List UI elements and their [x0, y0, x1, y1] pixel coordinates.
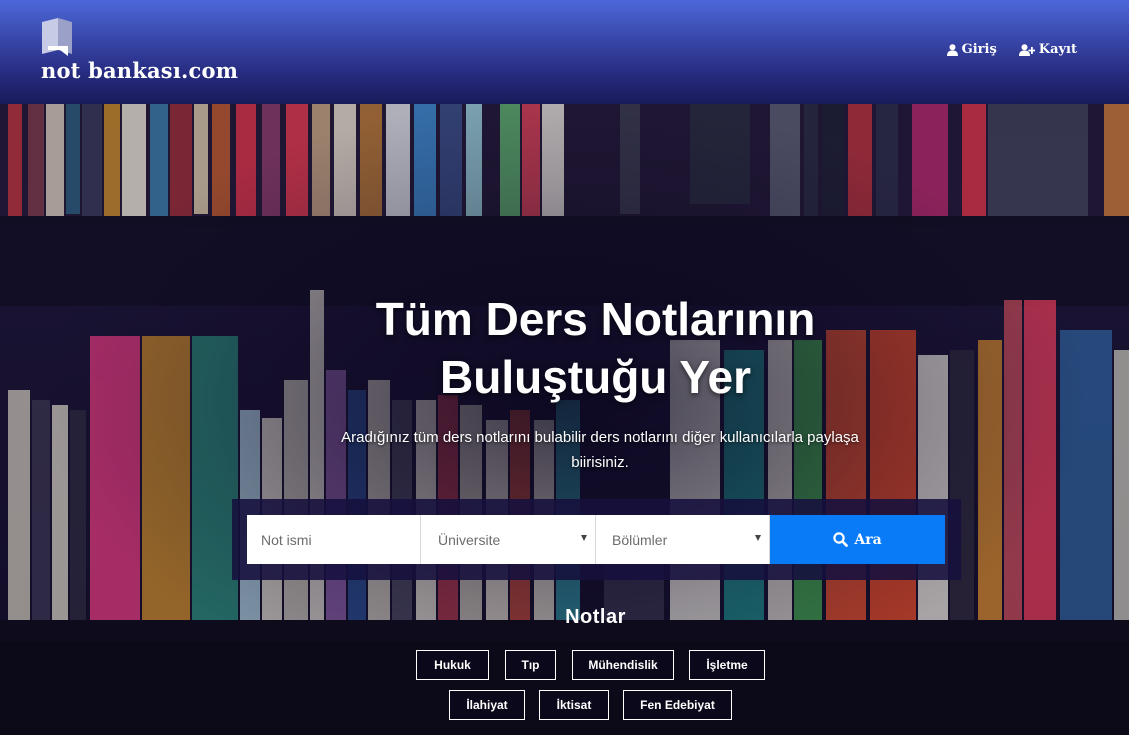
- search-button[interactable]: Ara: [770, 515, 945, 564]
- department-select[interactable]: Bölümler: [596, 515, 770, 564]
- category-tag-tip[interactable]: Tıp: [505, 650, 556, 680]
- hero-title-line2: Buluştuğu Yer: [440, 351, 751, 403]
- nav-links: Giriş Kayıt: [946, 42, 1077, 57]
- category-tag-isletme[interactable]: İşletme: [689, 650, 765, 680]
- category-tag-ilahiyat[interactable]: İlahiyat: [449, 690, 525, 720]
- category-tag-fen-edebiyat[interactable]: Fen Edebiyat: [623, 690, 732, 720]
- search-button-label: Ara: [854, 531, 882, 548]
- caret-down-icon: [581, 535, 587, 541]
- user-plus-icon: [1018, 43, 1035, 56]
- hero-title-line1: Tüm Ders Notlarının: [375, 293, 816, 345]
- hero-subtitle: Aradığınız tüm ders notlarını bulabilir …: [300, 425, 900, 475]
- register-label: Kayıt: [1038, 42, 1077, 57]
- category-tag-muhendislik[interactable]: Mühendislik: [572, 650, 674, 680]
- university-select-value: Üniversite: [438, 531, 501, 548]
- navbar: not bankası.com Giriş Kayıt: [0, 0, 1129, 104]
- category-tag-iktisat[interactable]: İktisat: [539, 690, 609, 720]
- login-link[interactable]: Giriş: [946, 42, 997, 57]
- hero-subtitle-line1: Aradığınız tüm ders notlarını bulabilir …: [341, 429, 859, 446]
- book-logo-icon[interactable]: [40, 16, 74, 56]
- login-label: Giriş: [961, 42, 997, 57]
- search-panel: Not ismi Üniversite Bölümler Ara: [232, 499, 961, 580]
- department-select-value: Bölümler: [612, 531, 668, 548]
- user-icon: [946, 43, 958, 56]
- note-name-placeholder: Not ismi: [261, 531, 312, 548]
- brand-name[interactable]: not bankası.com: [41, 58, 238, 83]
- register-link[interactable]: Kayıt: [1018, 42, 1077, 57]
- caret-down-icon: [755, 535, 761, 541]
- search-icon: [833, 532, 849, 547]
- hero-title: Tüm Ders Notlarının Buluştuğu Yer: [0, 290, 1129, 406]
- hero-subtitle-line2: biirisiniz.: [571, 454, 629, 471]
- category-tag-hukuk[interactable]: Hukuk: [416, 650, 489, 680]
- university-select[interactable]: Üniversite: [421, 515, 596, 564]
- note-name-input[interactable]: Not ismi: [247, 515, 421, 564]
- notes-title: Notlar: [565, 606, 626, 628]
